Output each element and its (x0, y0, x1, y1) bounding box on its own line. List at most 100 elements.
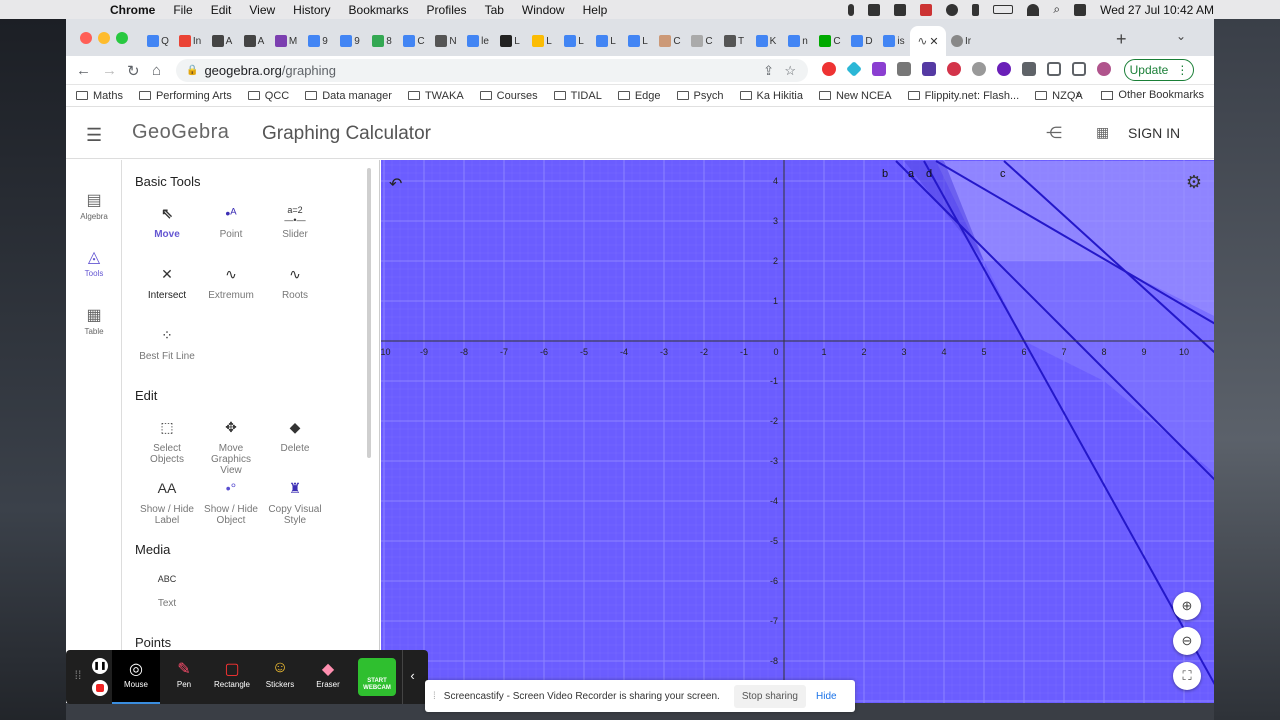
bookmark-item[interactable]: QCC (247, 90, 289, 102)
home-icon[interactable]: ⌂ (152, 62, 161, 79)
collapse-chevron-icon[interactable]: ‹ (402, 650, 422, 704)
mouse-button[interactable]: ◎ Mouse (112, 650, 160, 704)
hide-notice-button[interactable]: Hide (816, 691, 837, 702)
browser-tab[interactable]: le (462, 26, 494, 56)
screen-record-icon[interactable] (868, 3, 881, 16)
bookmark-item[interactable]: TIDAL (553, 90, 602, 102)
menu-window[interactable]: Window (522, 3, 565, 17)
menubar-clock[interactable]: Wed 27 Jul 10:42 AM (1100, 3, 1214, 17)
tab-search-icon[interactable]: ⌄ (1176, 29, 1186, 43)
tool-show-hide-label[interactable]: AA Show / Hide Label (135, 480, 199, 526)
profile-avatar-icon[interactable] (1097, 62, 1111, 76)
tool-slider[interactable]: a=2 —•— Slider (263, 205, 327, 240)
browser-tab[interactable]: L (526, 26, 558, 56)
lock-icon[interactable]: 🔒 (186, 65, 198, 76)
night-mode-icon[interactable] (946, 3, 959, 16)
tools-scrollbar[interactable] (367, 168, 371, 458)
browser-tab[interactable]: N (430, 26, 462, 56)
bookmark-star-icon[interactable]: ☆ (784, 63, 796, 79)
undo-icon[interactable]: ↶ (389, 174, 402, 194)
browser-tab[interactable]: D (846, 26, 878, 56)
browser-tab[interactable]: T (718, 26, 750, 56)
reload-icon[interactable]: ↻ (127, 62, 140, 80)
menu-view[interactable]: View (249, 3, 275, 17)
tool-best-fit-line[interactable]: ⁘ Best Fit Line (135, 327, 199, 362)
apps-grid-icon[interactable]: ▦ (1096, 124, 1109, 141)
update-chrome-button[interactable]: Update ⋮ (1124, 59, 1194, 81)
extension-puzzle-purple-icon[interactable] (872, 62, 886, 76)
extension-circle-gray-icon[interactable] (972, 62, 986, 76)
extension-red-dots-icon[interactable] (947, 62, 961, 76)
extension-book-icon[interactable] (922, 62, 936, 76)
browser-tab[interactable]: C (398, 26, 430, 56)
browser-tab[interactable]: K (750, 26, 782, 56)
other-bookmarks-folder[interactable]: Other Bookmarks (1101, 89, 1204, 101)
tool-copy-visual-style[interactable]: ♜ Copy Visual Style (263, 480, 327, 526)
drag-grip-icon[interactable]: ⁞ (433, 691, 436, 702)
forward-arrow-icon[interactable]: → (102, 62, 117, 79)
start-webcam-button[interactable]: START WEBCAM (358, 658, 396, 696)
share-icon[interactable]: ⋲ (1046, 123, 1062, 143)
zoom-window-button[interactable] (116, 32, 128, 44)
drag-handle[interactable]: ⁞⁞ (66, 650, 90, 704)
zoom-out-button[interactable]: ⊖ (1173, 627, 1201, 655)
geogebra-logo[interactable]: GeoGebra (132, 121, 229, 144)
tool-extremum[interactable]: ∿ Extremum (199, 266, 263, 301)
bookmark-item[interactable]: Performing Arts (138, 90, 232, 102)
menu-hamburger-icon[interactable]: ☰ (86, 125, 102, 146)
address-bar[interactable]: 🔒 geogebra.org/graphing ⇪ ☆ (176, 59, 808, 82)
bookmark-item[interactable]: Psych (676, 90, 724, 102)
browser-tab[interactable]: L (558, 26, 590, 56)
eraser-button[interactable]: ◆ Eraser (304, 650, 352, 704)
rail-tools[interactable]: ◬ Tools (66, 247, 122, 278)
more-menu-icon[interactable]: ⋮ (1176, 63, 1188, 77)
menu-profiles[interactable]: Profiles (427, 3, 467, 17)
bluetooth-icon[interactable] (972, 3, 980, 16)
menu-bookmarks[interactable]: Bookmarks (349, 3, 409, 17)
close-window-button[interactable] (80, 32, 92, 44)
browser-tab[interactable]: A (206, 26, 238, 56)
sidebar-icon[interactable] (1072, 62, 1086, 76)
tool-show-hide-object[interactable]: •° Show / Hide Object (199, 480, 263, 526)
browser-tab[interactable]: 9 (302, 26, 334, 56)
rail-algebra[interactable]: ▤ Algebra (66, 190, 122, 221)
browser-tab[interactable]: A (238, 26, 270, 56)
sign-in-button[interactable]: SIGN IN (1128, 125, 1180, 141)
microphone-icon[interactable] (848, 3, 855, 16)
tool-intersect[interactable]: ✕ Intersect (135, 266, 199, 301)
extension-gray-icon[interactable] (897, 62, 911, 76)
bookmark-item[interactable]: Data manager (305, 90, 392, 102)
adblock-icon[interactable] (822, 62, 836, 76)
extension-purple-circle-icon[interactable] (997, 62, 1011, 76)
bookmark-item[interactable]: Maths (76, 90, 123, 102)
bookmark-item[interactable]: Flippity.net: Flash... (907, 90, 1019, 102)
keyboard-flag-icon[interactable] (920, 3, 933, 16)
bookmark-item[interactable]: New NCEA (818, 90, 892, 102)
tool-roots[interactable]: ∿ Roots (263, 266, 327, 301)
tool-delete[interactable]: ◆ Delete (263, 419, 327, 454)
graph-canvas[interactable]: -10-9-8-7-6-5-4-3-2-10123456789104321-1-… (381, 160, 1214, 703)
bookmarks-overflow-chevron[interactable]: » (1076, 89, 1082, 101)
bookmark-item[interactable]: Ka Hikitia (739, 90, 803, 102)
menu-tab[interactable]: Tab (485, 3, 504, 17)
menu-help[interactable]: Help (583, 3, 608, 17)
control-center-icon[interactable] (1074, 3, 1087, 16)
new-tab-button[interactable]: + (1116, 29, 1127, 50)
browser-tab[interactable]: 9 (334, 26, 366, 56)
stop-sharing-button[interactable]: Stop sharing (733, 684, 806, 708)
extension-diamond-icon[interactable] (846, 61, 862, 77)
browser-tab[interactable]: C (814, 26, 846, 56)
menu-file[interactable]: File (173, 3, 192, 17)
tool-select-objects[interactable]: ⬚ Select Objects (135, 419, 199, 465)
menu-app-name[interactable]: Chrome (110, 3, 155, 17)
browser-tab[interactable]: Q (142, 26, 174, 56)
stickers-button[interactable]: ☺ Stickers (256, 650, 304, 704)
menu-history[interactable]: History (293, 3, 330, 17)
browser-tab[interactable]: C (686, 26, 718, 56)
browser-tab[interactable]: C (654, 26, 686, 56)
stop-recording-icon[interactable] (92, 680, 108, 696)
browser-tab[interactable]: M (270, 26, 302, 56)
browser-tab[interactable]: In (174, 26, 206, 56)
bookmark-item[interactable]: Edge (617, 90, 661, 102)
tool-text[interactable]: ABC Text (135, 574, 199, 609)
